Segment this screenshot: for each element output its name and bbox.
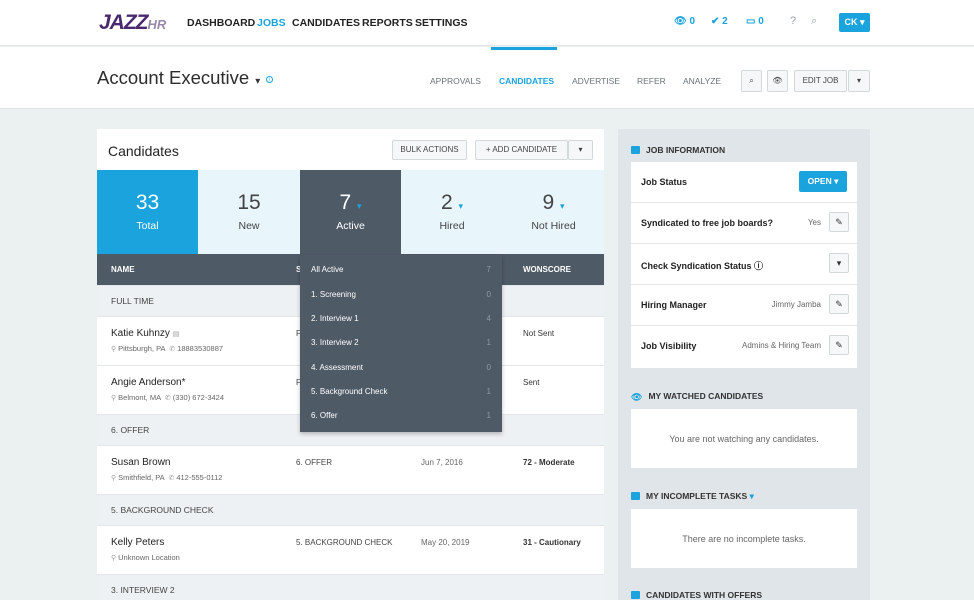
eye-icon: 👁 [772,76,783,85]
info-icon[interactable]: i [266,76,274,83]
location-icon: ⚲ [111,395,117,402]
nav-settings[interactable]: SETTINGS [415,17,468,29]
check-syndication-row: Check Syndication Status ⓘ ▾ [631,244,857,285]
bulk-actions-button[interactable]: BULK ACTIONS [392,140,467,160]
nav-jobs[interactable]: JOBS [257,17,286,29]
job-information-title: JOB INFORMATION [631,145,725,155]
tile-not-hired[interactable]: 9 ▾ Not Hired [503,170,604,254]
edit-job-button[interactable]: EDIT JOB [794,70,847,92]
top-navbar: JAZZHR DASHBOARD JOBS CANDIDATES REPORTS… [0,0,974,46]
tile-new[interactable]: 15 New [198,170,300,254]
table-row[interactable]: Kelly Peters ⚲ Unknown Location 5. BACKGR… [97,525,604,574]
add-candidate-menu-button[interactable]: ▾ [568,140,593,160]
search-icon[interactable]: ⌕ [811,15,817,28]
nav-candidates[interactable]: CANDIDATES [292,17,360,29]
nav-dashboard[interactable]: DASHBOARD [187,17,255,29]
active-stage-dropdown: All Active 7 1. Screening 0 2. Interview… [300,255,502,432]
document-icon [631,591,640,599]
location-icon: ⚲ [111,475,117,482]
edit-job-menu-button[interactable]: ▾ [848,70,870,92]
caret-down-icon: ▾ [749,491,754,501]
edit-visibility-button[interactable]: ✎ [829,335,849,355]
group-header: 5. BACKGROUND CHECK [97,494,604,525]
caret-down-icon: ▾ [578,145,583,154]
chevron-down-icon: ▾ [859,17,865,27]
tile-hired[interactable]: 2 ▾ Hired [401,170,503,254]
resume-icon: ▤ [172,331,180,338]
job-header: Account Executive ▾ i APPROVALS CANDIDATES… [0,47,974,109]
tab-refer[interactable]: REFER [637,76,666,86]
dropdown-item-interview-1[interactable]: 2. Interview 1 [311,314,359,323]
add-candidate-button[interactable]: + ADD CANDIDATE [475,140,568,160]
watch-button[interactable]: 👁 [767,70,788,92]
group-header: 3. INTERVIEW 2 [97,574,604,600]
pencil-icon: ✎ [835,299,843,309]
search-button[interactable]: ⌕ [741,70,762,92]
tab-analyze[interactable]: ANALYZE [683,76,721,86]
job-status-button[interactable]: OPEN ▾ [799,171,847,192]
incomplete-tasks-title[interactable]: MY INCOMPLETE TASKS ▾ [631,491,754,502]
edit-syndication-button[interactable]: ✎ [829,212,849,232]
plus-icon: + [485,145,491,154]
phone-icon: ✆ [169,346,176,353]
caret-down-icon: ▾ [856,76,861,85]
syndicated-row: Syndicated to free job boards? Yes ✎ [631,203,857,244]
phone-icon: ✆ [164,395,171,402]
job-visibility-row: Job Visibility Admins & Hiring Team ✎ [631,326,857,367]
caret-down-icon: ▾ [458,201,464,211]
watched-candidates-box: You are not watching any candidates. [631,409,857,468]
candidates-with-offers-title: CANDIDATES WITH OFFERS [631,590,762,600]
dropdown-item-assessment[interactable]: 4. Assessment [311,363,363,372]
caret-down-icon: ▾ [836,258,842,268]
check-syndication-toggle[interactable]: ▾ [829,253,849,273]
tasks-stat[interactable]: ✔ 2 [711,16,728,27]
caret-down-icon: ▾ [560,201,565,211]
search-icon: ⌕ [749,76,754,85]
tile-total[interactable]: 33 Total [97,170,198,254]
check-icon: ✔ [711,16,720,27]
dropdown-item-all-active[interactable]: All Active [311,265,343,274]
location-icon: ⚲ [111,555,117,562]
dropdown-item-screening[interactable]: 1. Screening [311,290,356,299]
inbox-stat[interactable]: ▭ 0 [746,16,764,27]
table-row[interactable]: Susan Brown ⚲ Smithfield, PA ✆ 412-555-011… [97,445,604,494]
help-icon[interactable]: ? [790,15,796,27]
column-name[interactable]: NAME [111,265,135,274]
briefcase-icon [631,146,640,154]
user-menu-button[interactable]: CK ▾ [839,13,870,32]
eye-icon: 👁 [631,392,643,402]
column-wonscore[interactable]: WONSCORE [523,265,571,274]
dropdown-item-offer[interactable]: 6. Offer [311,411,338,420]
watched-candidates-title: 👁 MY WATCHED CANDIDATES [631,391,764,402]
tab-advertise[interactable]: ADVERTISE [572,76,620,86]
location-icon: ⚲ [111,346,117,353]
eye-icon: 👁 [674,16,687,27]
tab-candidates[interactable]: CANDIDATES [499,76,554,86]
candidates-title: Candidates [108,143,179,159]
hiring-manager-row: Hiring Manager Jimmy Jamba ✎ [631,285,857,326]
tab-approvals[interactable]: APPROVALS [430,76,481,86]
pencil-icon: ✎ [835,217,843,227]
checkbox-icon [631,492,640,500]
active-tab-indicator [491,47,557,50]
incomplete-tasks-box: There are no incomplete tasks. [631,509,857,568]
inbox-icon: ▭ [746,16,756,27]
caret-down-icon: ▾ [357,201,362,211]
dropdown-item-background-check[interactable]: 5. Background Check [311,387,388,396]
caret-down-icon: ▾ [834,176,839,186]
pencil-icon: ✎ [835,340,843,350]
caret-down-icon: ▾ [255,76,261,87]
dropdown-item-interview-2[interactable]: 3. Interview 2 [311,338,359,347]
edit-hiring-manager-button[interactable]: ✎ [829,294,849,314]
phone-icon: ✆ [168,475,175,482]
jazzhr-logo[interactable]: JAZZHR [99,11,166,35]
job-sidebar: JOB INFORMATION Job Status OPEN ▾ Syndic… [618,129,870,600]
job-information-box: Job Status OPEN ▾ Syndicated to free job… [631,162,857,368]
nav-reports[interactable]: REPORTS [362,17,413,29]
tile-active[interactable]: 7 ▾ Active [300,170,401,254]
watching-stat[interactable]: 👁 0 [674,16,695,27]
info-icon: ⓘ [754,261,764,271]
job-status-row: Job Status OPEN ▾ [631,162,857,203]
job-title[interactable]: Account Executive ▾ i [97,67,274,89]
